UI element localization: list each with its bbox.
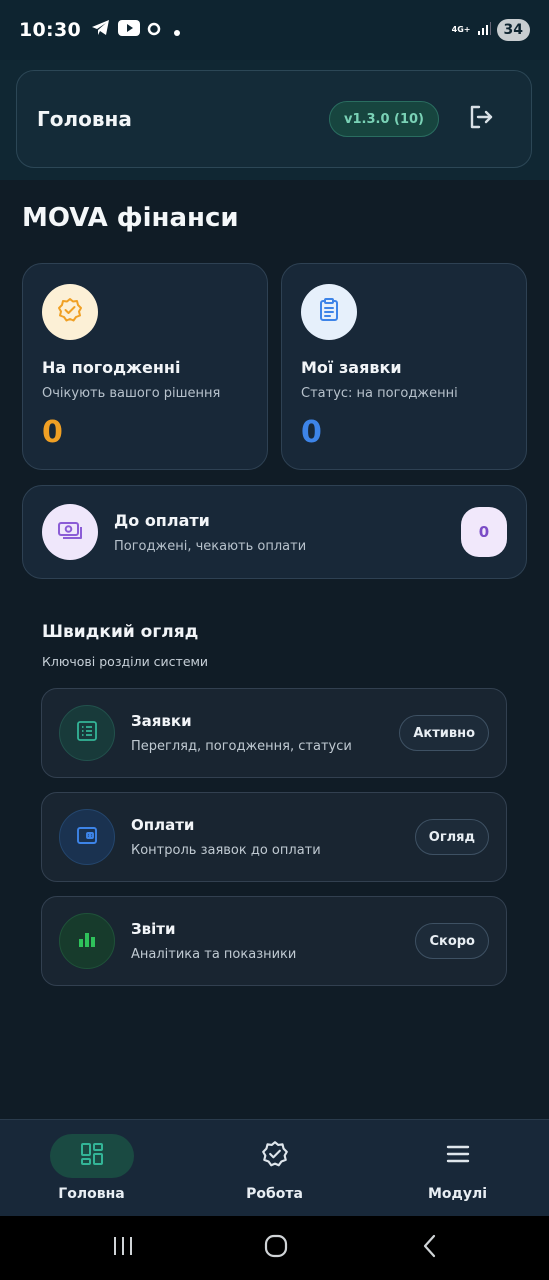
pending-approval-card[interactable]: На погодженні Очікують вашого рішення 0 [22,263,268,470]
pay-title: До оплати [114,510,210,530]
nav-label: Робота [246,1186,303,1202]
menu-icon [444,1140,472,1172]
overview-item-reports[interactable]: Звіти Аналітика та показники Скоро [41,896,507,986]
circle-notification-icon [147,21,161,40]
stat-title: На погодженні [42,358,181,377]
telegram-icon [91,19,111,41]
row-subtitle: Перегляд, погодження, статуси [131,739,352,754]
badge-check-icon [260,1139,290,1173]
back-icon [420,1234,440,1262]
back-button[interactable] [410,1232,450,1264]
status-bar: 10:30 4G+ 34 [0,0,549,60]
status-time: 10:30 [19,19,81,41]
signal-icon [477,21,491,40]
pay-icon-wrap [42,504,98,560]
stat-value: 0 [301,415,322,450]
pay-subtitle: Погоджені, чекають оплати [114,538,307,554]
nav-item-modules[interactable]: Модулі [366,1120,549,1217]
my-requests-card[interactable]: Мої заявки Статус: на погодженні 0 [281,263,527,470]
status-badge: Огляд [414,819,489,855]
wallet-icon [76,824,98,850]
stat-subtitle: Очікують вашого рішення [42,386,221,401]
battery-indicator: 34 [496,19,530,41]
to-pay-card[interactable]: До оплати Погоджені, чекають оплати 0 [22,485,527,579]
recent-apps-button[interactable] [103,1232,143,1264]
network-indicator: 4G+ [451,25,471,34]
version-badge: v1.3.0 (10) [329,101,439,137]
money-icon [56,516,84,548]
row-title: Звіти [131,920,176,938]
row-title: Заявки [131,712,192,730]
header-card: Головна v1.3.0 (10) [16,70,532,168]
status-badge: Скоро [415,923,489,959]
page-title: MOVA фінанси [22,203,239,233]
badge-check-icon [56,296,84,328]
pay-count-badge: 0 [461,507,507,557]
section-subtitle: Ключові розділи системи [42,654,209,669]
logout-icon [467,103,495,135]
stat-icon-wrap [42,284,98,340]
header-title: Головна [37,107,132,131]
bottom-nav: Головна Робота Модулі [0,1119,549,1216]
row-subtitle: Контроль заявок до оплати [131,843,321,858]
header-area: Головна v1.3.0 (10) [0,60,549,180]
list-icon [76,720,98,746]
stat-value: 0 [42,415,63,450]
youtube-icon [117,20,140,40]
home-icon [263,1233,289,1263]
status-badge: Активно [399,715,489,751]
nav-label: Головна [58,1186,125,1202]
stat-subtitle: Статус: на погодженні [301,386,458,401]
nav-label: Модулі [427,1186,488,1202]
stat-icon-wrap [301,284,357,340]
overview-item-requests[interactable]: Заявки Перегляд, погодження, статуси Акт… [41,688,507,778]
logout-button[interactable] [461,99,501,139]
row-title: Оплати [131,816,195,834]
home-button[interactable] [256,1232,296,1264]
dot-icon [173,21,180,40]
row-subtitle: Аналітика та показники [131,947,297,962]
nav-item-home[interactable]: Головна [0,1120,183,1217]
recent-apps-icon [111,1235,135,1261]
stat-title: Мої заявки [301,358,402,377]
system-nav-bar [0,1216,549,1280]
clipboard-icon [316,297,342,327]
overview-item-payments[interactable]: Оплати Контроль заявок до оплати Огляд [41,792,507,882]
dashboard-icon [79,1141,105,1171]
section-title: Швидкий огляд [42,622,199,642]
bar-chart-icon [76,928,98,954]
nav-item-work[interactable]: Робота [183,1120,366,1217]
